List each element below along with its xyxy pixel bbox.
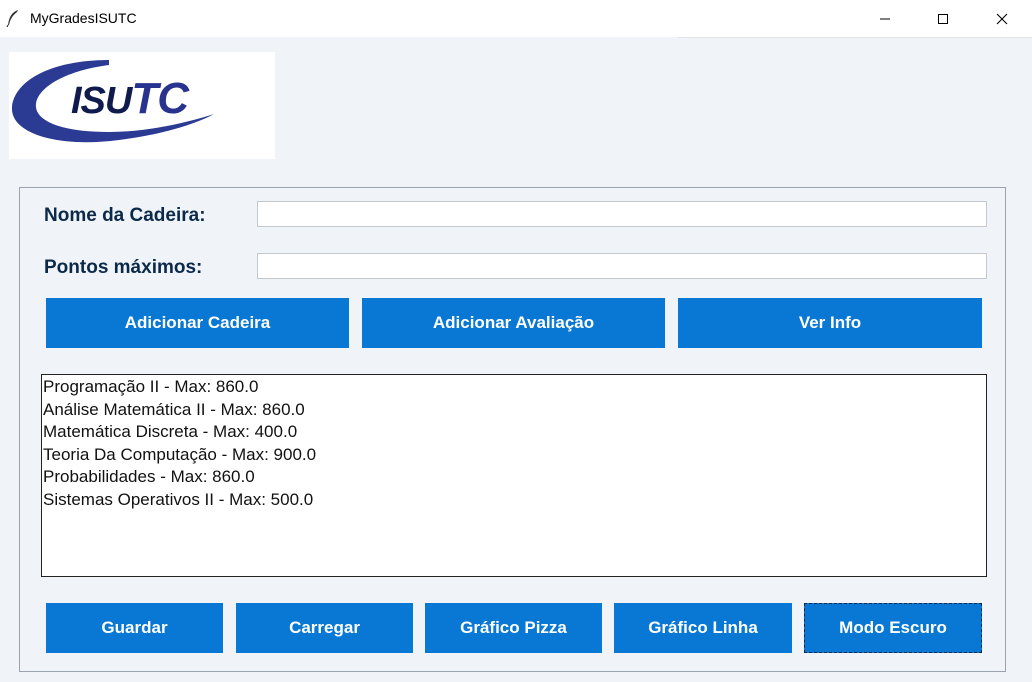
nome-cadeira-label: Nome da Cadeira:: [44, 205, 206, 226]
logo-text: ISUTC: [71, 74, 189, 124]
maximize-icon: [938, 13, 948, 24]
guardar-button[interactable]: Guardar: [46, 603, 223, 653]
list-item[interactable]: Probabilidades - Max: 860.0: [43, 466, 985, 489]
logo-text-tc: TC: [131, 74, 189, 123]
pontos-maximos-input[interactable]: [257, 253, 987, 279]
adicionar-cadeira-button[interactable]: Adicionar Cadeira: [46, 298, 349, 348]
pontos-maximos-label: Pontos máximos:: [44, 257, 203, 278]
close-button[interactable]: [973, 0, 1031, 37]
title-bar: MyGradesISUTC: [0, 0, 1032, 37]
feather-icon: [6, 10, 18, 27]
logo-text-isu: ISU: [71, 80, 132, 122]
grafico-linha-button[interactable]: Gráfico Linha: [614, 603, 792, 653]
nome-cadeira-input[interactable]: [257, 201, 987, 227]
title-bar-divider: [678, 37, 1032, 38]
ver-info-button[interactable]: Ver Info: [678, 298, 982, 348]
minimize-button[interactable]: [856, 0, 914, 37]
list-item[interactable]: Análise Matemática II - Max: 860.0: [43, 399, 985, 422]
isutc-logo: ISUTC: [9, 52, 275, 159]
close-icon: [996, 13, 1008, 24]
adicionar-avaliacao-button[interactable]: Adicionar Avaliação: [362, 298, 665, 348]
grafico-pizza-button[interactable]: Gráfico Pizza: [425, 603, 602, 653]
modo-escuro-button[interactable]: Modo Escuro: [804, 603, 982, 653]
list-item[interactable]: Sistemas Operativos II - Max: 500.0: [43, 489, 985, 512]
list-item[interactable]: Teoria Da Computação - Max: 900.0: [43, 444, 985, 467]
carregar-button[interactable]: Carregar: [236, 603, 413, 653]
list-item[interactable]: Matemática Discreta - Max: 400.0: [43, 421, 985, 444]
list-item[interactable]: Programação II - Max: 860.0: [43, 376, 985, 399]
cadeiras-listbox[interactable]: Programação II - Max: 860.0 Análise Mate…: [41, 374, 987, 577]
maximize-button[interactable]: [914, 0, 972, 37]
minimize-icon: [880, 18, 890, 19]
window-title: MyGradesISUTC: [30, 10, 137, 26]
